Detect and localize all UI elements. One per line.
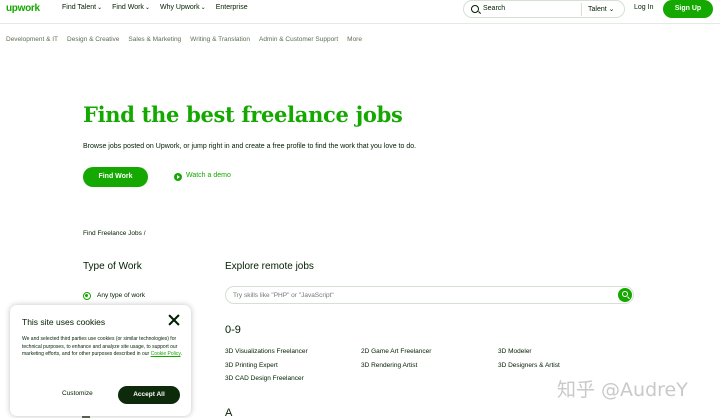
page-title: Find the best freelance jobs	[83, 102, 403, 127]
watermark: 知乎 @AudreY	[557, 379, 688, 401]
nav-why-upwork[interactable]: Why Upwork⌄	[160, 4, 206, 11]
category-design[interactable]: Design & Creative	[67, 36, 119, 43]
customize-button[interactable]: Customize	[62, 390, 93, 397]
job-link[interactable]: 3D Modeler	[498, 348, 532, 355]
play-icon[interactable]	[174, 173, 182, 181]
global-search[interactable]: Search Talent ⌄	[463, 0, 625, 18]
category-sales[interactable]: Sales & Marketing	[128, 36, 181, 43]
category-admin[interactable]: Admin & Customer Support	[259, 36, 338, 43]
upwork-logo[interactable]: upwork	[6, 3, 40, 14]
cookie-title: This site uses cookies	[22, 317, 106, 327]
type-of-work-heading: Type of Work	[83, 261, 142, 272]
chevron-down-icon: ⌄	[97, 5, 103, 11]
nav-find-talent[interactable]: Find Talent⌄	[62, 4, 102, 11]
job-link[interactable]: 3D Printing Expert	[225, 362, 278, 369]
any-type-label[interactable]: Any type of work	[97, 292, 145, 299]
login-link[interactable]: Log In	[634, 4, 653, 11]
skills-search-input[interactable]	[225, 286, 634, 304]
explore-heading: Explore remote jobs	[225, 261, 314, 272]
job-link[interactable]: 3D Visualizations Freelancer	[225, 348, 308, 355]
signup-button[interactable]: Sign Up	[663, 0, 713, 18]
search-scope-dropdown[interactable]: Talent ⌄	[588, 5, 615, 13]
breadcrumb[interactable]: Find Freelance Jobs /	[83, 230, 146, 237]
section-heading-0-9: 0-9	[225, 324, 241, 336]
job-link[interactable]: 2D Game Art Freelancer	[361, 348, 431, 355]
nav-enterprise[interactable]: Enterprise	[216, 4, 248, 11]
search-divider	[581, 3, 582, 16]
hero-subtitle: Browse jobs posted on Upwork, or jump ri…	[83, 143, 417, 150]
job-link[interactable]: 3D CAD Design Freelancer	[225, 375, 304, 382]
section-heading-a: A	[225, 407, 233, 418]
category-writing[interactable]: Writing & Translation	[190, 36, 250, 43]
search-icon	[471, 5, 479, 13]
search-icon	[621, 291, 628, 297]
find-work-button[interactable]: Find Work	[83, 167, 148, 187]
search-input[interactable]: Search	[483, 5, 505, 12]
category-bar: Development & IT Design & Creative Sales…	[6, 36, 362, 43]
accept-all-button[interactable]: Accept All	[118, 386, 180, 404]
cookie-message: We and selected third parties use cookie…	[22, 336, 182, 358]
main-nav: Find Talent⌄ Find Work⌄ Why Upwork⌄ Ente…	[62, 4, 248, 11]
close-icon[interactable]	[168, 314, 180, 326]
cookie-policy-link[interactable]: Cookie Policy	[151, 351, 181, 357]
chevron-down-icon: ⌄	[144, 5, 150, 11]
job-link[interactable]: 3D Designers & Artist	[498, 362, 560, 369]
category-more[interactable]: More	[347, 36, 362, 43]
nav-find-work[interactable]: Find Work⌄	[112, 4, 150, 11]
cookie-banner: This site uses cookies We and selected t…	[10, 305, 191, 416]
category-development[interactable]: Development & IT	[6, 36, 58, 43]
chevron-down-icon: ⌄	[200, 5, 206, 11]
job-link[interactable]: 3D Rendering Artist	[361, 362, 417, 369]
watch-demo-link[interactable]: Watch a demo	[186, 172, 231, 179]
skills-search-button[interactable]	[618, 288, 632, 302]
top-navigation: upwork Find Talent⌄ Find Work⌄ Why Upwor…	[0, 0, 720, 24]
any-type-radio[interactable]	[83, 292, 91, 300]
